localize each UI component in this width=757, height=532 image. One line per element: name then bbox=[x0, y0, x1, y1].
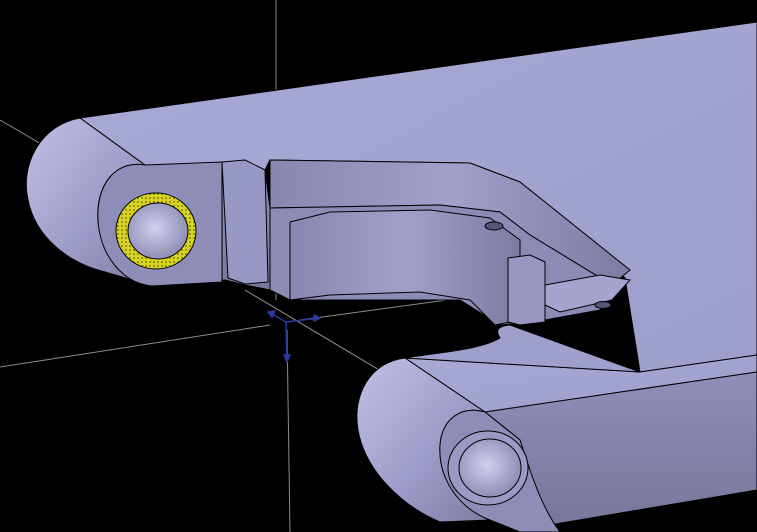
pocket-pin-hole-1[interactable] bbox=[484, 221, 504, 231]
y-axis-arrow-icon bbox=[266, 310, 277, 319]
x-axis-arrow-icon bbox=[313, 313, 322, 323]
upper-bore-hole[interactable] bbox=[127, 202, 189, 260]
z-axis-arrow-icon bbox=[282, 354, 292, 364]
upper-arm-fillet[interactable] bbox=[221, 159, 269, 285]
pocket-step-block[interactable] bbox=[507, 254, 546, 326]
lower-bore-hole[interactable] bbox=[458, 438, 522, 498]
cad-3d-viewport[interactable] bbox=[0, 0, 757, 532]
cad-scene[interactable] bbox=[0, 0, 757, 532]
pocket-pin-hole-2[interactable] bbox=[594, 301, 612, 309]
